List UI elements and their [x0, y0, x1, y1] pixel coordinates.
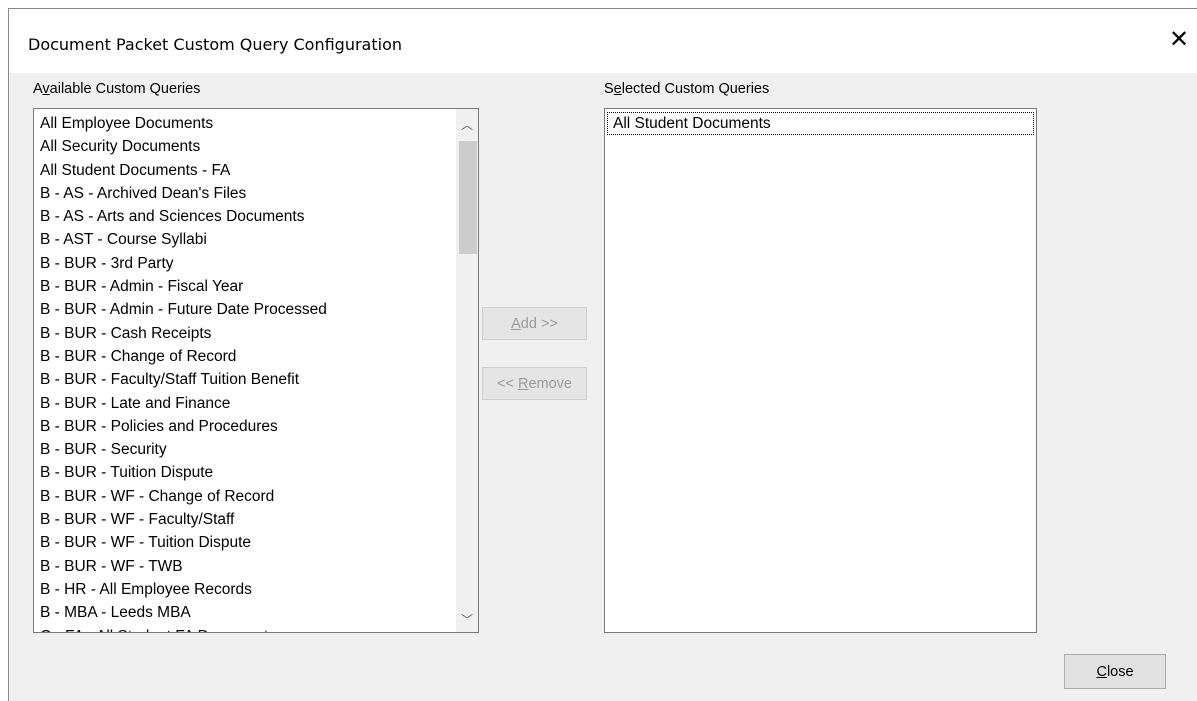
vertical-scrollbar[interactable]: ︿ ﹀ — [456, 109, 478, 632]
selected-queries-label: Selected Custom Queries — [604, 81, 769, 97]
list-item[interactable]: B - BUR - Admin - Future Date Processed — [34, 298, 478, 321]
list-item[interactable]: B - MBA - Leeds MBA — [34, 601, 478, 624]
list-item[interactable]: B - BUR - WF - Faculty/Staff — [34, 508, 478, 531]
list-item[interactable]: B - BUR - Late and Finance — [34, 392, 478, 415]
list-item[interactable]: B - BUR - Change of Record — [34, 345, 478, 368]
remove-button[interactable]: << Remove — [482, 367, 587, 400]
button-label: emove — [528, 375, 572, 392]
title-bar: Document Packet Custom Query Configurati… — [9, 9, 1197, 73]
add-button[interactable]: Add >> — [482, 307, 587, 340]
available-queries-label: Available Custom Queries — [33, 81, 200, 97]
list-item[interactable]: B - AST - Course Syllabi — [34, 228, 478, 251]
button-label: dd >> — [520, 315, 558, 332]
chevron-up-icon[interactable]: ︿ — [456, 115, 478, 135]
list-item[interactable]: B - BUR - Policies and Procedures — [34, 415, 478, 438]
button-mnemonic: C — [1096, 663, 1107, 680]
label-text: lected Custom Queries — [621, 81, 770, 97]
window-title: Document Packet Custom Query Configurati… — [28, 35, 403, 54]
list-item[interactable]: B - BUR - WF - Change of Record — [34, 485, 478, 508]
list-item[interactable]: B - AS - Arts and Sciences Documents — [34, 205, 478, 228]
list-item[interactable]: B - BUR - Security — [34, 438, 478, 461]
dialog-window: Document Packet Custom Query Configurati… — [8, 8, 1197, 701]
list-item[interactable]: B - BUR - WF - TWB — [34, 555, 478, 578]
selected-items: All Student Documents — [605, 109, 1036, 136]
list-item[interactable]: B - BUR - 3rd Party — [34, 252, 478, 275]
list-item[interactable]: B - AS - Archived Dean's Files — [34, 182, 478, 205]
button-mnemonic: R — [517, 375, 529, 392]
scroll-thumb[interactable] — [459, 141, 477, 254]
list-item[interactable]: C - FA - All Student FA Documents — [34, 625, 478, 632]
list-item[interactable]: B - BUR - Faculty/Staff Tuition Benefit — [34, 368, 478, 391]
list-item[interactable]: B - BUR - Tuition Dispute — [34, 461, 478, 484]
label-mnemonic: v — [42, 81, 50, 97]
label-text: ailable Custom Queries — [49, 81, 201, 97]
button-mnemonic: A — [511, 315, 521, 332]
close-button[interactable]: Close — [1064, 654, 1166, 689]
label-text: S — [604, 81, 614, 97]
list-item[interactable]: All Student Documents — [607, 112, 1034, 136]
chevron-down-icon[interactable]: ﹀ — [456, 610, 478, 630]
list-item[interactable]: All Student Documents - FA — [34, 159, 478, 182]
button-label: lose — [1106, 663, 1134, 680]
list-item[interactable]: B - HR - All Employee Records — [34, 578, 478, 601]
list-item[interactable]: B - BUR - Admin - Fiscal Year — [34, 275, 478, 298]
list-item[interactable]: All Employee Documents — [34, 112, 478, 135]
list-item[interactable]: B - BUR - Cash Receipts — [34, 322, 478, 345]
button-label: << — [497, 375, 518, 392]
label-mnemonic: e — [613, 81, 622, 97]
list-item[interactable]: B - BUR - WF - Tuition Dispute — [34, 531, 478, 554]
selected-queries-list[interactable]: All Student Documents — [604, 108, 1037, 633]
label-text: A — [33, 81, 43, 97]
available-queries-list[interactable]: All Employee Documents All Security Docum… — [33, 108, 479, 633]
list-item[interactable]: All Security Documents — [34, 135, 478, 158]
available-items: All Employee Documents All Security Docum… — [34, 109, 478, 632]
close-icon[interactable]: ✕ — [1165, 25, 1193, 53]
